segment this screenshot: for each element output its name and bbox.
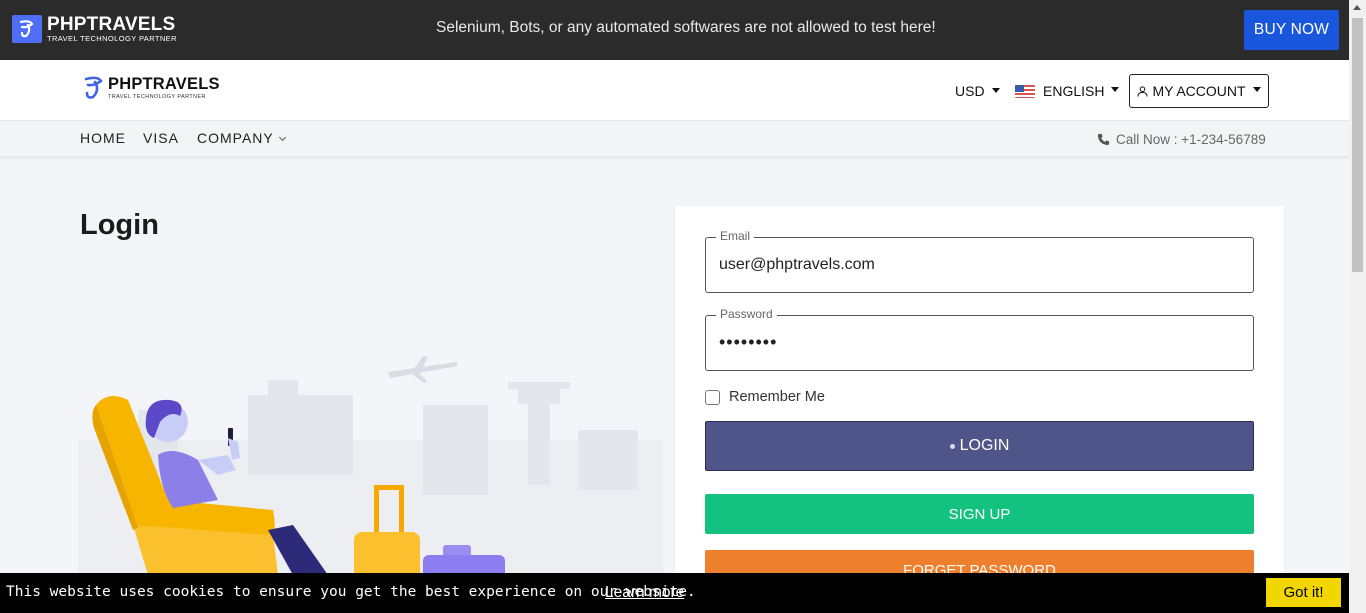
signup-button[interactable]: SIGN UP bbox=[705, 494, 1254, 534]
header-logo-title: PHPTRAVELS bbox=[108, 75, 220, 93]
email-field[interactable]: Email bbox=[705, 229, 1254, 293]
page-scrollbar[interactable] bbox=[1349, 0, 1366, 613]
caret-down-icon bbox=[1252, 86, 1261, 92]
my-account-button[interactable]: MY ACCOUNT bbox=[1129, 74, 1269, 108]
bullet-icon bbox=[949, 443, 955, 449]
automation-notice: Selenium, Bots, or any automated softwar… bbox=[436, 19, 936, 36]
cookie-banner: This website uses cookies to ensure you … bbox=[0, 573, 1349, 613]
language-label: ENGLISH bbox=[1043, 83, 1105, 99]
cookie-accept-button[interactable]: Got it! bbox=[1266, 578, 1341, 607]
page-title: Login bbox=[80, 209, 159, 241]
password-label: Password bbox=[716, 307, 777, 321]
language-dropdown[interactable]: ENGLISH bbox=[1015, 83, 1120, 99]
my-account-label: MY ACCOUNT bbox=[1152, 83, 1246, 99]
scroll-up-arrow-icon[interactable] bbox=[1353, 5, 1361, 10]
us-flag-icon bbox=[1015, 84, 1035, 98]
header-logo-subtitle: TRAVEL TECHNOLOGY PARTNER bbox=[108, 93, 206, 100]
nav-company[interactable]: COMPANY bbox=[197, 130, 286, 146]
currency-dropdown[interactable]: USD bbox=[955, 83, 1000, 99]
nav-company-label: COMPANY bbox=[197, 130, 274, 146]
currency-label: USD bbox=[955, 83, 985, 99]
topbar-logo-title: PHPTRAVELS bbox=[47, 14, 176, 36]
main-header: PHPTRAVELS TRAVEL TECHNOLOGY PARTNER USD… bbox=[0, 60, 1349, 120]
topbar-logo-subtitle: TRAVEL TECHNOLOGY PARTNER bbox=[47, 34, 177, 44]
cookie-message: This website uses cookies to ensure you … bbox=[6, 584, 696, 600]
learn-more-link[interactable]: Learn more bbox=[605, 584, 684, 602]
chevron-down-icon bbox=[278, 133, 286, 142]
email-label: Email bbox=[716, 229, 755, 243]
traveler-illustration bbox=[78, 356, 663, 575]
top-bar: PHPTRAVELS TRAVEL TECHNOLOGY PARTNER Sel… bbox=[0, 0, 1349, 60]
buy-now-button[interactable]: BUY NOW bbox=[1244, 10, 1339, 50]
login-button-label: LOGIN bbox=[959, 437, 1010, 454]
scrollbar-thumb[interactable] bbox=[1352, 18, 1363, 272]
phone-icon bbox=[1097, 133, 1110, 146]
nav-bar: HOME VISA COMPANY Call Now : +1-234-5678… bbox=[0, 120, 1349, 156]
login-button[interactable]: LOGIN bbox=[705, 421, 1254, 471]
user-icon bbox=[1137, 85, 1149, 97]
header-logo[interactable]: PHPTRAVELS TRAVEL TECHNOLOGY PARTNER bbox=[82, 74, 220, 102]
call-now[interactable]: Call Now : +1-234-56789 bbox=[1097, 132, 1266, 147]
caret-down-icon bbox=[991, 87, 1000, 93]
logo-mark-icon bbox=[12, 15, 42, 43]
password-field[interactable]: Password •••••••• bbox=[705, 307, 1254, 371]
nav-visa[interactable]: VISA bbox=[143, 130, 179, 146]
password-input[interactable]: •••••••• bbox=[719, 332, 1239, 353]
remember-me[interactable]: Remember Me bbox=[705, 389, 825, 405]
nav-home[interactable]: HOME bbox=[80, 130, 126, 146]
remember-me-checkbox[interactable] bbox=[705, 389, 720, 405]
remember-me-label: Remember Me bbox=[729, 389, 825, 405]
email-input[interactable] bbox=[719, 256, 1239, 274]
call-now-text: Call Now : +1-234-56789 bbox=[1116, 132, 1266, 147]
caret-down-icon bbox=[1111, 86, 1120, 92]
logo-mark-icon bbox=[84, 76, 103, 99]
topbar-logo[interactable]: PHPTRAVELS TRAVEL TECHNOLOGY PARTNER bbox=[12, 15, 177, 43]
